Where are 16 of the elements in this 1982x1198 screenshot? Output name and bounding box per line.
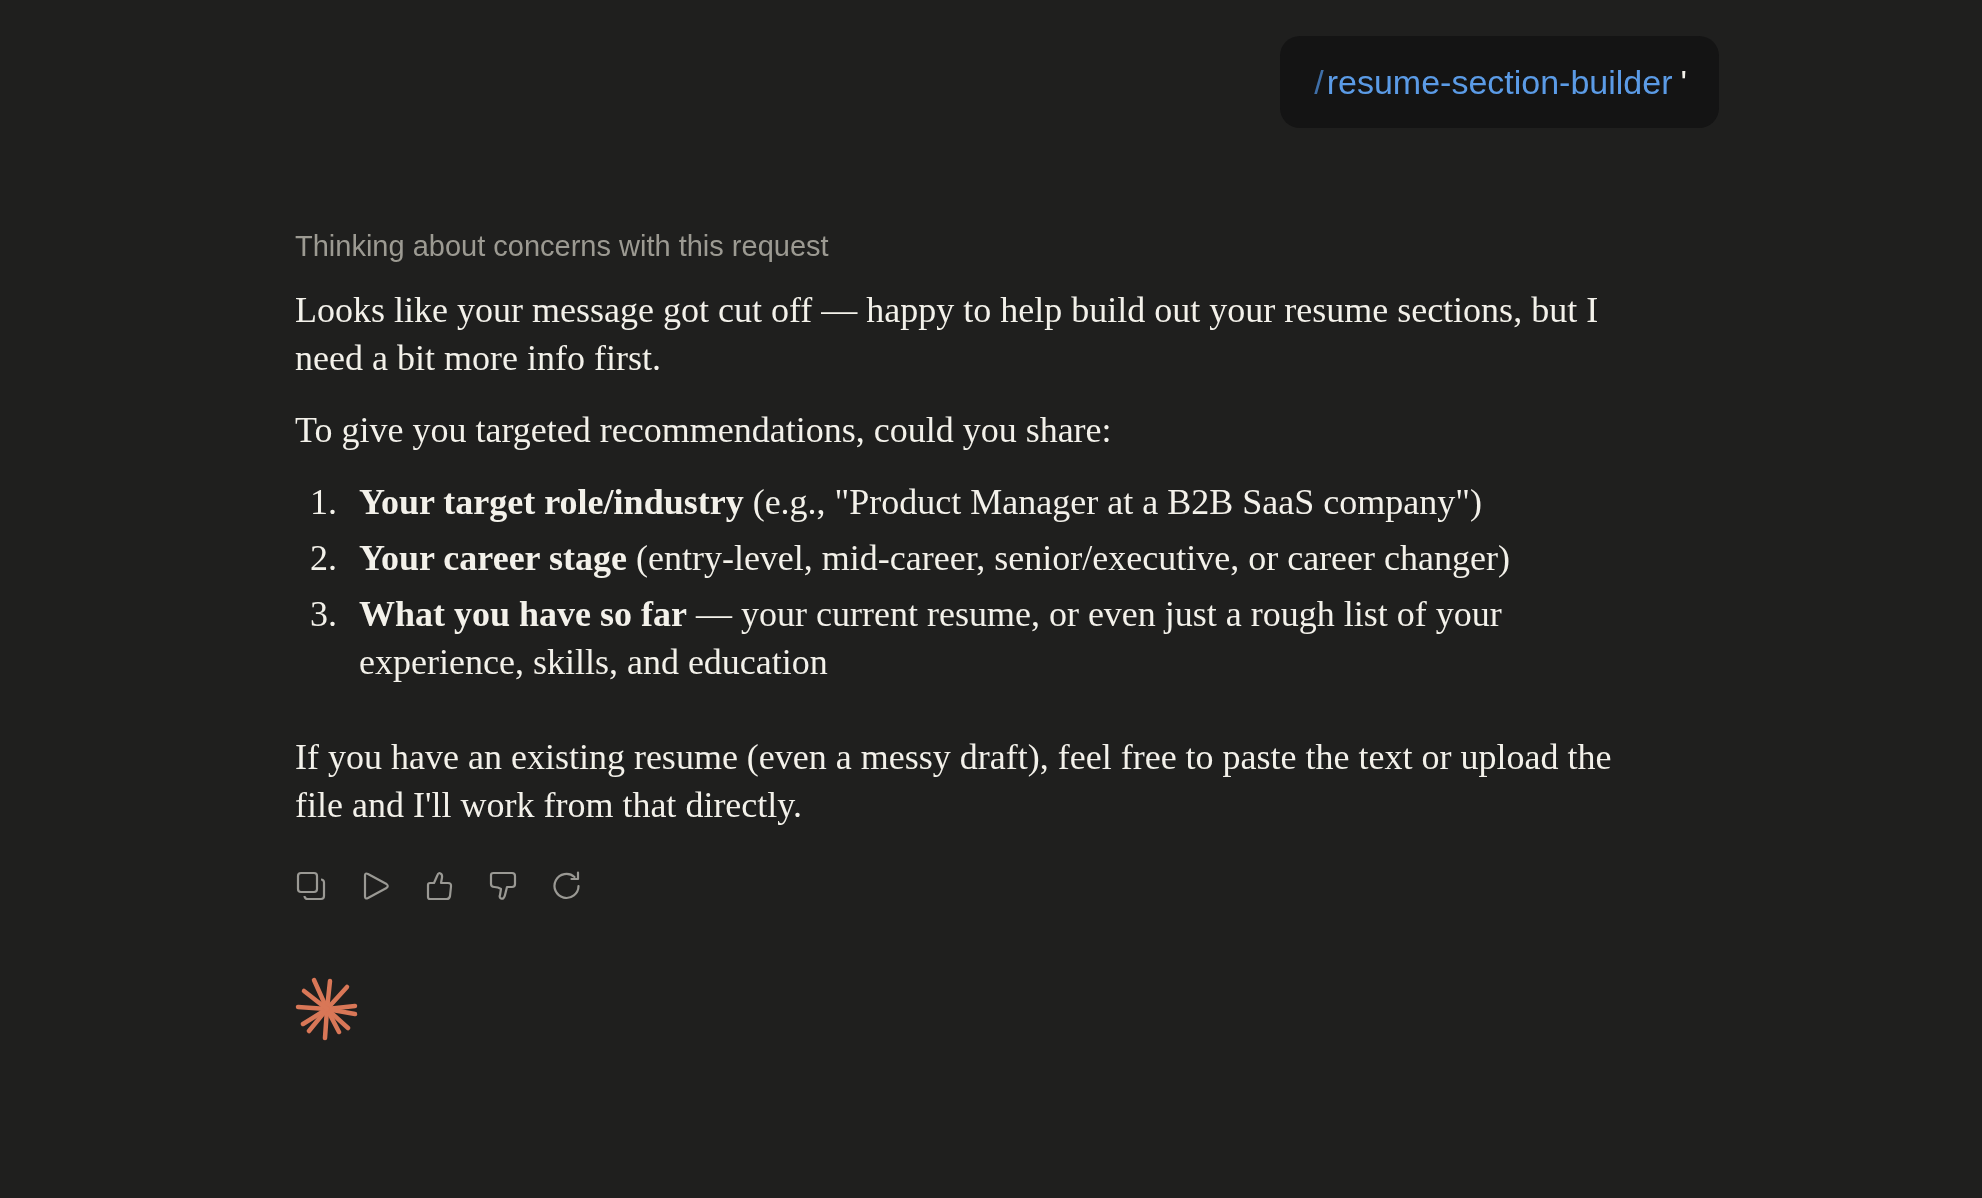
- copy-icon[interactable]: [296, 871, 326, 901]
- response-paragraph: Looks like your message got cut off — happy to help build out your resume sections, but I need a bit more info first.: [295, 289, 1600, 380]
- list-number: 2.: [309, 537, 337, 580]
- thumbs-down-icon[interactable]: [488, 871, 518, 901]
- starburst-icon: [295, 977, 359, 1041]
- list-number: 1.: [309, 481, 337, 524]
- response-paragraph: To give you targeted recommendations, could you share:: [295, 409, 1113, 452]
- thinking-label[interactable]: Thinking about concerns with this request: [295, 228, 829, 264]
- list-item-text: What you have so far — your current resume, or even just a rough list of your experience, skills, and education: [359, 593, 1503, 684]
- list-number: 3.: [309, 593, 337, 636]
- list-item-text: Your career stage (entry-level, mid-career, senior/executive, or career changer): [359, 537, 1510, 580]
- retry-icon[interactable]: [552, 871, 582, 901]
- response-paragraph: If you have an existing resume (even a messy draft), feel free to paste the text or upload the file and I'll work from that directly.: [295, 736, 1613, 827]
- user-message-text: /resume-section-builder ': [1314, 65, 1687, 99]
- thumbs-up-icon[interactable]: [424, 871, 454, 901]
- list-item-text: Your target role/industry (e.g., "Product Manager at a B2B SaaS company"): [359, 481, 1482, 524]
